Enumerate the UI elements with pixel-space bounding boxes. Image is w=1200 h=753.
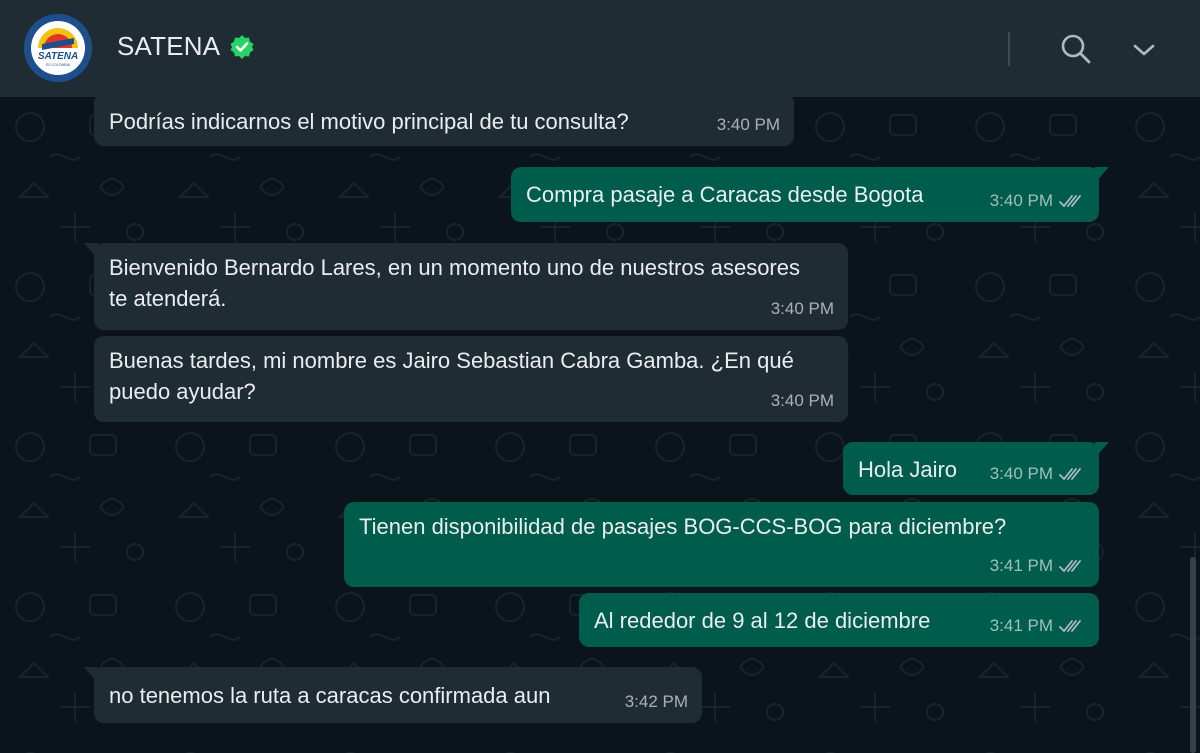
message-timestamp: 3:41 PM xyxy=(989,556,1053,575)
header-divider xyxy=(1008,32,1010,66)
message-time: 3:40 PM xyxy=(771,385,834,416)
message-bubble-outgoing[interactable]: Al rededor de 9 al 12 de diciembre 3:41 … xyxy=(579,593,1099,647)
chevron-down-icon[interactable] xyxy=(1130,36,1158,64)
message-time: 3:40 PM xyxy=(717,109,780,140)
message-meta: 3:40 PM xyxy=(990,185,1085,216)
message-text: no tenemos la ruta a caracas confirmada … xyxy=(109,683,551,708)
message-bubble-incoming[interactable]: Buenas tardes, mi nombre es Jairo Sebast… xyxy=(94,336,848,422)
verified-badge-icon xyxy=(230,35,254,59)
message-bubble-incoming[interactable]: no tenemos la ruta a caracas confirmada … xyxy=(84,667,702,723)
chat-scrollbar[interactable] xyxy=(1190,557,1196,753)
message-text: Buenas tardes, mi nombre es Jairo Sebast… xyxy=(109,348,794,404)
satena-logo: SATENA ES COLOMBIA xyxy=(24,14,92,82)
bubble-tail xyxy=(1095,167,1109,183)
message-timestamp: 3:40 PM xyxy=(989,464,1053,483)
double-check-read-icon xyxy=(1059,467,1081,480)
double-check-read-icon xyxy=(1059,194,1081,207)
bubble-tail xyxy=(1095,442,1109,458)
message-time: 3:40 PM xyxy=(771,293,834,324)
double-check-read-icon xyxy=(1059,559,1081,572)
message-timestamp: 3:40 PM xyxy=(770,391,834,410)
contact-avatar[interactable]: SATENA ES COLOMBIA xyxy=(24,14,92,82)
message-timestamp: 3:40 PM xyxy=(989,191,1053,210)
message-bubble-incoming[interactable]: Podrías indicarnos el motivo principal d… xyxy=(94,97,794,146)
chat-area: Podrías indicarnos el motivo principal d… xyxy=(0,97,1200,753)
logo-subtext: ES COLOMBIA xyxy=(46,63,71,67)
message-timestamp: 3:40 PM xyxy=(716,115,780,134)
contact-name[interactable]: SATENA xyxy=(117,31,220,62)
message-meta: 3:41 PM xyxy=(990,610,1085,641)
message-bubble-outgoing[interactable]: Tienen disponibilidad de pasajes BOG-CCS… xyxy=(344,502,1099,587)
message-timestamp: 3:40 PM xyxy=(770,299,834,318)
logo-text: SATENA xyxy=(38,51,78,62)
chat-header: SATENA ES COLOMBIA SATENA xyxy=(0,0,1200,97)
message-meta: 3:41 PM xyxy=(990,550,1085,581)
double-check-read-icon xyxy=(1059,619,1081,632)
message-meta: 3:40 PM xyxy=(990,458,1085,489)
message-text: Tienen disponibilidad de pasajes BOG-CCS… xyxy=(359,514,1007,539)
message-text: Bienvenido Bernardo Lares, en un momento… xyxy=(109,255,800,311)
bubble-tail xyxy=(84,667,98,683)
message-bubble-outgoing[interactable]: Compra pasaje a Caracas desde Bogota 3:4… xyxy=(511,167,1109,222)
search-icon[interactable] xyxy=(1060,33,1092,65)
message-time: 3:42 PM xyxy=(625,686,688,717)
bubble-tail xyxy=(84,243,98,259)
message-timestamp: 3:41 PM xyxy=(989,616,1053,635)
message-bubble-incoming[interactable]: Bienvenido Bernardo Lares, en un momento… xyxy=(84,243,848,330)
message-text: Podrías indicarnos el motivo principal d… xyxy=(109,109,629,134)
message-bubble-outgoing[interactable]: Hola Jairo 3:40 PM xyxy=(843,442,1109,495)
message-timestamp: 3:42 PM xyxy=(624,692,688,711)
